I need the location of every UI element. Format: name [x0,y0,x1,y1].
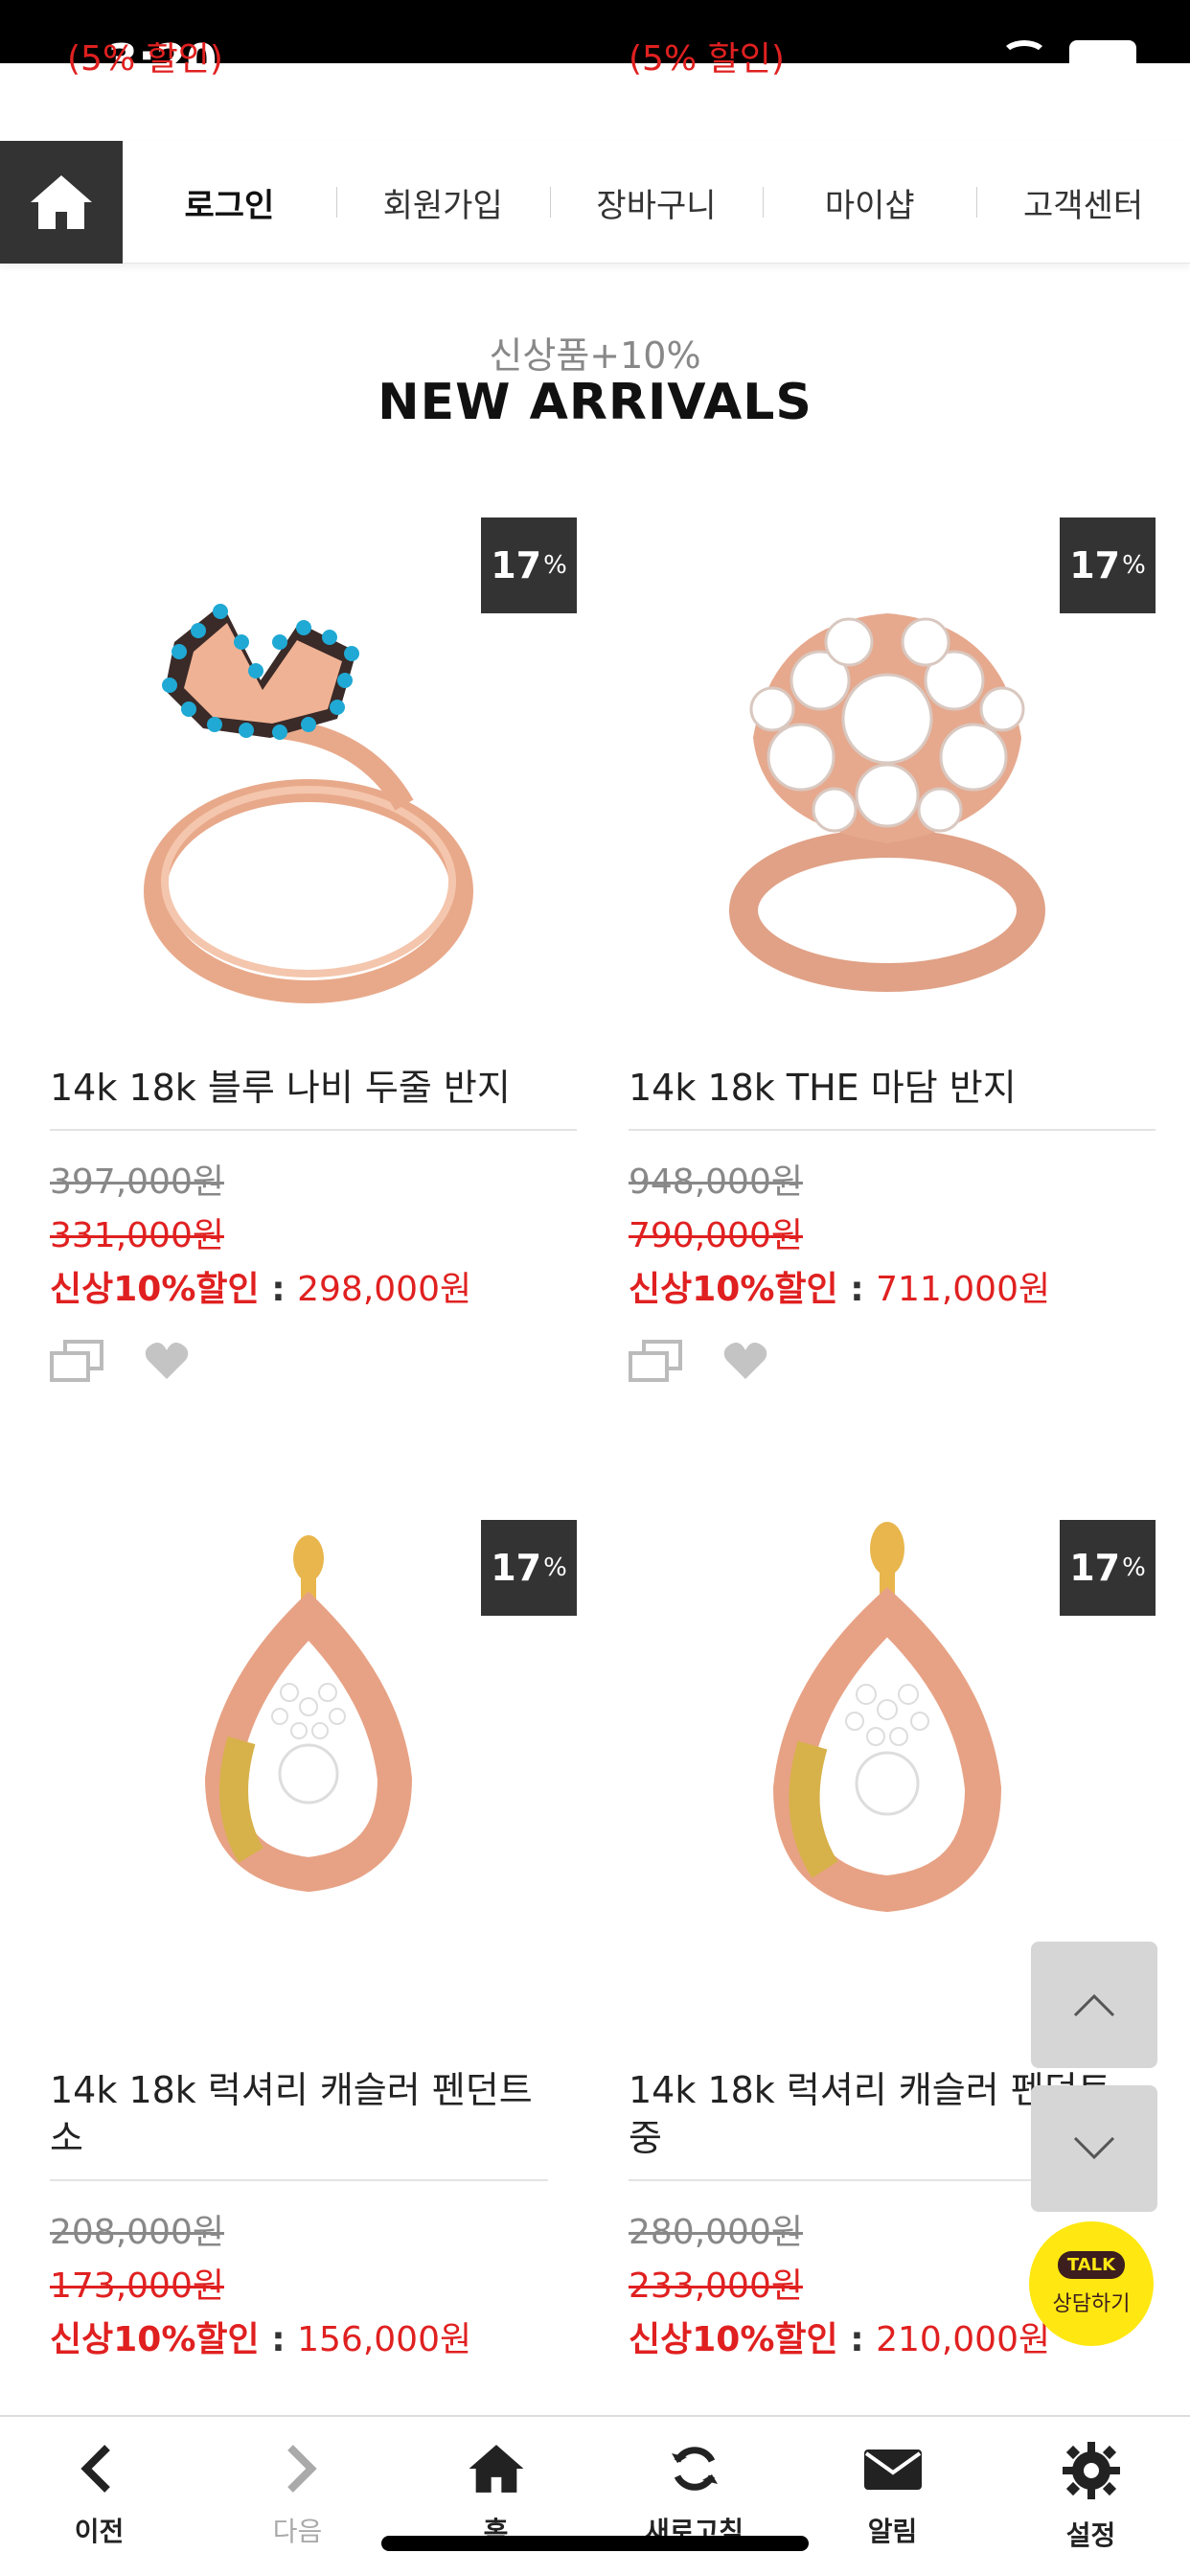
refresh-icon [671,2447,718,2491]
product-card[interactable]: 17% 14k 18k THE 마담 반지 948,000원 790,000원 … [629,518,1156,1382]
status-icons [1000,40,1136,73]
section-subtitle: 신상품+10% [489,334,701,377]
scroll-top-button[interactable] [1031,1942,1157,2068]
product-image[interactable]: 17% [629,518,1156,1064]
promo-separator: : [259,2320,298,2359]
talk-label: 상담하기 [1052,2291,1131,2316]
promo-label: 신상10%할인 [629,1270,838,1309]
promo-price: 210,000원 [876,2320,1051,2359]
nav-cart[interactable]: 장바구니 [549,141,764,264]
battery-icon [1069,40,1136,73]
discount-value: 17 [1069,544,1121,586]
nav-customer-center-label: 고객센터 [1023,186,1144,225]
promo-label: 신상10%할인 [50,2320,260,2359]
discount-badge: 17% [1060,1520,1156,1616]
talk-icon: TALK [1057,2250,1126,2279]
chevron-down-icon [1073,2136,1115,2160]
sale-price: 331,000원 [50,1216,224,1255]
heart-icon[interactable] [722,1341,768,1381]
nav-login[interactable]: 로그인 [123,141,336,264]
promo-price: 711,000원 [876,1270,1051,1309]
zoom-window-icon[interactable] [50,1340,103,1382]
sale-price: 790,000원 [629,1216,803,1255]
nav-myshop[interactable]: 마이샵 [763,141,976,264]
promo-label: 신상10%할인 [50,1270,260,1309]
nav-join[interactable]: 회원가입 [335,141,550,264]
promo-price-line: 신상10%할인 : 298,000원 [50,1263,577,1317]
discount-unit: % [1122,1553,1146,1582]
discount-badge: 17% [481,1520,577,1616]
tab-back-label: 이전 [74,2516,125,2547]
promo-text-left: (5% 할인) [67,42,223,79]
discount-badge: 17% [481,518,577,613]
kakao-talk-button[interactable]: TALK 상담하기 [1029,2221,1154,2346]
home-icon [469,2445,523,2493]
product-name[interactable]: 14k 18k 블루 나비 두줄 반지 [50,1064,577,1131]
nav-links: 로그인 회원가입 장바구니 마이샵 고객센터 [123,141,1190,264]
original-price: 397,000원 [50,1162,224,1202]
card-actions [629,1340,1156,1382]
scroll-bottom-button[interactable] [1031,2085,1157,2212]
nav-myshop-label: 마이샵 [824,186,915,225]
chevron-left-icon [80,2445,110,2493]
tab-notifications[interactable]: 알림 [793,2417,992,2576]
tab-forward-label: 다음 [272,2516,323,2547]
tab-forward[interactable]: 다음 [198,2417,397,2576]
home-indicator [381,2536,809,2551]
product-card[interactable]: 17% 14k 18k 럭셔리 캐슬러 펜던트 소 208,000원 173,0… [50,1520,577,2367]
zoom-window-icon[interactable] [629,1340,682,1382]
promo-text-right: (5% 할인) [629,42,785,79]
nav-cart-label: 장바구니 [596,186,717,225]
chevron-up-icon [1073,1993,1115,2017]
promo-separator: : [259,1270,298,1309]
home-icon [31,175,92,229]
gear-icon [1062,2442,1120,2499]
tab-back[interactable]: 이전 [0,2417,198,2576]
tab-refresh[interactable]: 새로고침 [595,2417,793,2576]
tab-home[interactable]: 홈 [397,2417,595,2576]
home-button[interactable] [0,141,123,264]
original-price: 208,000원 [50,2213,224,2252]
heart-icon[interactable] [144,1341,190,1381]
wifi-icon [1000,40,1048,73]
section-title: NEW ARRIVALS [378,374,812,431]
nav-customer-center[interactable]: 고객센터 [976,141,1190,264]
discount-value: 17 [491,1547,542,1589]
tab-settings[interactable]: 설정 [992,2417,1190,2576]
promo-separator: : [837,1270,877,1309]
discount-value: 17 [491,544,542,586]
mail-icon [863,2450,922,2490]
nav-join-label: 회원가입 [382,186,503,225]
promo-label: 신상10%할인 [629,2320,838,2359]
product-image[interactable]: 17% [50,518,577,1064]
discount-unit: % [543,1553,567,1582]
discount-unit: % [543,551,567,580]
product-card[interactable]: 17% 14k 18k 블루 나비 두줄 반지 397,000원 331,000… [50,518,577,1382]
tab-settings-label: 설정 [1065,2519,1116,2551]
promo-price: 156,000원 [297,2320,472,2359]
card-actions [50,1340,577,1382]
product-name[interactable]: 14k 18k 럭셔리 캐슬러 펜던트 소 [50,2066,548,2181]
promo-price-line: 신상10%할인 : 156,000원 [50,2313,577,2367]
promo-price-line: 신상10%할인 : 711,000원 [629,1263,1156,1317]
product-image[interactable]: 17% [50,1520,577,2066]
top-nav: 로그인 회원가입 장바구니 마이샵 고객센터 [0,141,1190,264]
nav-login-label: 로그인 [184,186,275,225]
chevron-right-icon [286,2445,317,2493]
product-name[interactable]: 14k 18k THE 마담 반지 [629,1064,1156,1131]
discount-badge: 17% [1060,518,1156,613]
promo-price: 298,000원 [297,1270,472,1309]
original-price: 948,000원 [629,1162,803,1202]
tab-notifications-label: 알림 [867,2516,918,2547]
discount-value: 17 [1069,1547,1121,1589]
discount-unit: % [1122,551,1146,580]
promo-separator: : [837,2320,877,2359]
sale-price: 173,000원 [50,2266,224,2306]
bottom-tab-bar: 이전 다음 홈 새로고침 알림 설정 [0,2415,1190,2576]
